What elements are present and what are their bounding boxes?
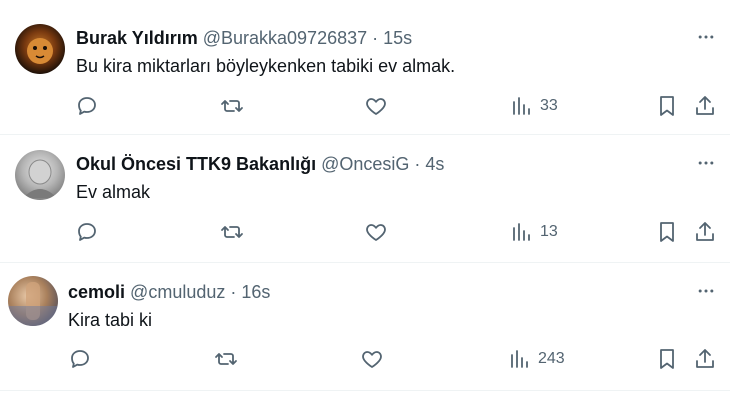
reply-button[interactable] [75,94,99,118]
user-handle[interactable]: @Burakka09726837 [203,28,367,48]
tweet-text: Ev almak [76,182,151,202]
share-icon [696,96,714,115]
like-icon [366,224,386,241]
timestamp[interactable]: 4s [425,154,444,174]
share-button[interactable] [693,94,717,118]
avatar[interactable] [8,276,58,326]
share-icon [696,349,714,368]
share-button[interactable] [693,220,717,244]
tweet-header: Burak Yıldırım @Burakka09726837 · 15s [76,27,412,49]
reply-button[interactable] [68,347,92,371]
retweet-icon [221,100,243,112]
views-count: 243 [538,350,565,367]
like-button[interactable] [364,94,388,118]
bookmark-button[interactable] [655,220,679,244]
more-icon [698,289,714,293]
views-button[interactable]: 13 [510,220,558,244]
tweet[interactable]: Okul Öncesi TTK9 Bakanlığı @OncesiG · 4s… [0,135,730,261]
bookmark-button[interactable] [655,347,679,371]
bookmark-icon [660,96,674,116]
more-icon [698,35,714,39]
more-button[interactable] [694,25,718,49]
like-button[interactable] [360,347,384,371]
views-button[interactable]: 33 [510,94,558,118]
display-name[interactable]: Burak Yıldırım [76,28,198,48]
separator: · [414,154,421,174]
tweet-text: Kira tabi ki [68,310,153,330]
tweet-header: cemoli @cmuluduz · 16s [68,281,270,303]
grayscale-portrait-avatar-icon [23,159,57,198]
views-count: 13 [540,223,558,240]
views-count: 33 [540,97,558,114]
more-icon [698,161,714,165]
views-button[interactable]: 243 [508,347,565,371]
user-handle[interactable]: @cmuluduz [130,282,225,302]
separator: · [230,282,237,302]
display-name[interactable]: cemoli [68,282,125,302]
retweet-icon [215,353,237,365]
retweet-icon [221,226,243,238]
tweet[interactable]: cemoli @cmuluduz · 16s Kira tabi ki 243 [0,263,730,389]
views-icon [513,223,530,241]
retweet-button[interactable] [214,347,238,371]
more-button[interactable] [694,151,718,175]
timestamp[interactable]: 15s [383,28,412,48]
bookmark-button[interactable] [655,94,679,118]
reply-icon [78,97,96,115]
lion-avatar-icon [27,38,53,64]
like-icon [366,98,386,115]
reply-button[interactable] [75,220,99,244]
tweet-text: Bu kira miktarları böyleykenken tabiki e… [76,56,456,76]
retweet-button[interactable] [220,220,244,244]
more-button[interactable] [694,279,718,303]
tweet-header: Okul Öncesi TTK9 Bakanlığı @OncesiG · 4s [76,153,444,175]
views-icon [513,97,530,115]
bookmark-icon [660,222,674,242]
divider [0,390,730,391]
display-name[interactable]: Okul Öncesi TTK9 Bakanlığı [76,154,316,174]
reply-icon [78,223,96,241]
like-button[interactable] [364,220,388,244]
reply-icon [71,350,89,368]
timestamp[interactable]: 16s [241,282,270,302]
bookmark-icon [660,349,674,369]
tweet[interactable]: Burak Yıldırım @Burakka09726837 · 15s Bu… [0,0,730,134]
user-handle[interactable]: @OncesiG [321,154,409,174]
avatar[interactable] [15,150,65,200]
photo-avatar-icon [8,282,58,326]
separator: · [372,28,379,48]
avatar[interactable] [15,24,65,74]
like-icon [362,351,382,368]
retweet-button[interactable] [220,94,244,118]
share-icon [696,222,714,241]
views-icon [511,350,528,368]
share-button[interactable] [693,347,717,371]
